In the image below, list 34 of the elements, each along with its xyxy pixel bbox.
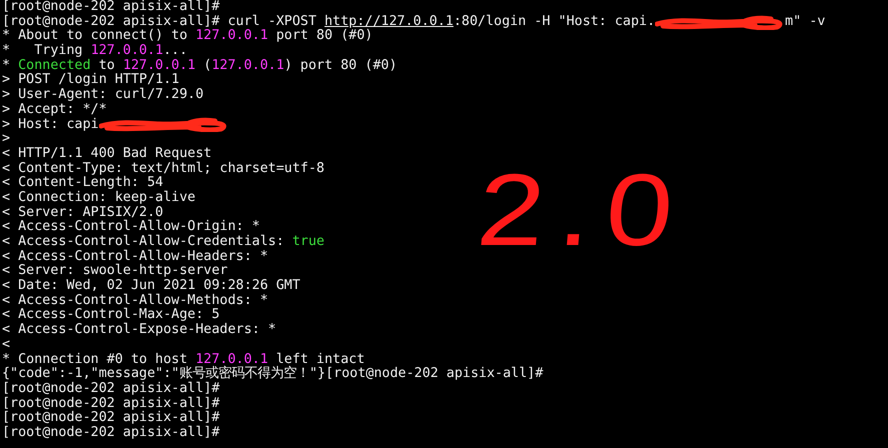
terminal-line: < Access-Control-Allow-Methods: * (2, 294, 268, 308)
terminal-line: [root@node-202 apisix-all]# (2, 0, 220, 14)
terminal-line: < Access-Control-Allow-Headers: * (2, 250, 268, 264)
terminal-line: > Accept: */* (2, 102, 107, 118)
terminal-line: < Content-Type: text/html; charset=utf-8 (2, 162, 324, 176)
terminal-line: > (2, 132, 10, 147)
terminal-line: < Access-Control-Allow-Credentials: true (2, 235, 324, 250)
terminal-line: * About to connect() to 127.0.0.1 port 80 (#0) (2, 29, 373, 44)
terminal-line: > POST /login HTTP/1.1 (2, 73, 180, 88)
terminal-line: < Content-Length: 54 (2, 176, 164, 190)
terminal-line: > User-Agent: curl/7.29.0 (2, 88, 204, 103)
terminal-line: * Connected to 127.0.0.1 (127.0.0.1) port 80 (#0) (2, 58, 398, 73)
terminal-line: [root@node-202 apisix-all]# (2, 382, 220, 396)
terminal-line: < HTTP/1.1 400 Bad Request (2, 146, 212, 162)
terminal-text: :80/login -H "Host: capi. (453, 14, 656, 30)
terminal-line: * Trying 127.0.0.1... (2, 44, 188, 58)
terminal-line: [root@node-202 apisix-all]# (2, 411, 220, 426)
terminal-text: > Host: capi (2, 118, 99, 132)
handwritten-annotation: 2.0 (474, 159, 692, 261)
terminal-text: [root@node-202 apisix-all]# curl -XPOST (2, 14, 318, 29)
terminal-line: < Connection: keep-alive (2, 190, 196, 206)
terminal-line: [root@node-202 apisix-all]# (2, 396, 220, 411)
terminal-line: < Access-Control-Expose-Headers: * (2, 323, 276, 338)
terminal-line: < Access-Control-Max-Age: 5 (2, 308, 220, 322)
terminal-line: * Connection #0 to host 127.0.0.1 left intact (2, 352, 365, 366)
terminal-line: {"code":-1,"message":"账号或密码不得为空！"}[root@node-202 apisix-all]# (2, 367, 544, 382)
terminal-line: < (2, 338, 10, 352)
terminal-line: < Access-Control-Allow-Origin: * (2, 220, 260, 234)
terminal-line: < Server: APISIX/2.0 (2, 206, 164, 220)
url-link[interactable]: http://127.0.0.1 (324, 14, 454, 30)
terminal-line: < Server: swoole-http-server (2, 264, 228, 278)
terminal-line: < Date: Wed, 02 Jun 2021 09:28:26 GMT (2, 279, 300, 294)
terminal-line: [root@node-202 apisix-all]# (2, 426, 220, 441)
terminal-text: m" -v (785, 14, 826, 30)
